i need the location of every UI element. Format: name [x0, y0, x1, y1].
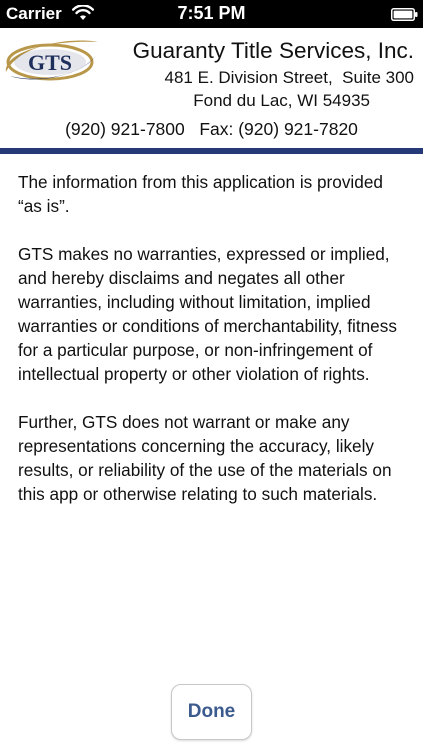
company-address: 481 E. Division Street, Suite 300 [164, 68, 414, 87]
disclaimer-paragraph: Further, GTS does not warrant or make an… [18, 412, 392, 504]
company-phone-fax: (920) 921-7800 Fax: (920) 921-7820 [65, 119, 358, 139]
disclaimer-paragraph: GTS makes no warranties, expressed or im… [18, 244, 397, 384]
company-name: Guaranty Title Services, Inc. [132, 38, 414, 63]
logo-text: GTS [28, 50, 72, 75]
company-city: Fond du Lac, WI 54935 [193, 91, 370, 110]
disclaimer-paragraph: The information from this application is… [18, 172, 383, 216]
disclaimer-text: The information from this application is… [18, 170, 410, 530]
status-time: 7:51 PM [177, 3, 246, 23]
company-header: GTS Guaranty Title Services, Inc. 481 E.… [0, 28, 423, 146]
done-button[interactable]: Done [171, 684, 252, 740]
battery-icon [391, 8, 418, 21]
status-bar: Carrier 7:51 PM [0, 0, 423, 28]
header-divider [0, 148, 423, 154]
gts-logo: GTS [5, 40, 99, 81]
